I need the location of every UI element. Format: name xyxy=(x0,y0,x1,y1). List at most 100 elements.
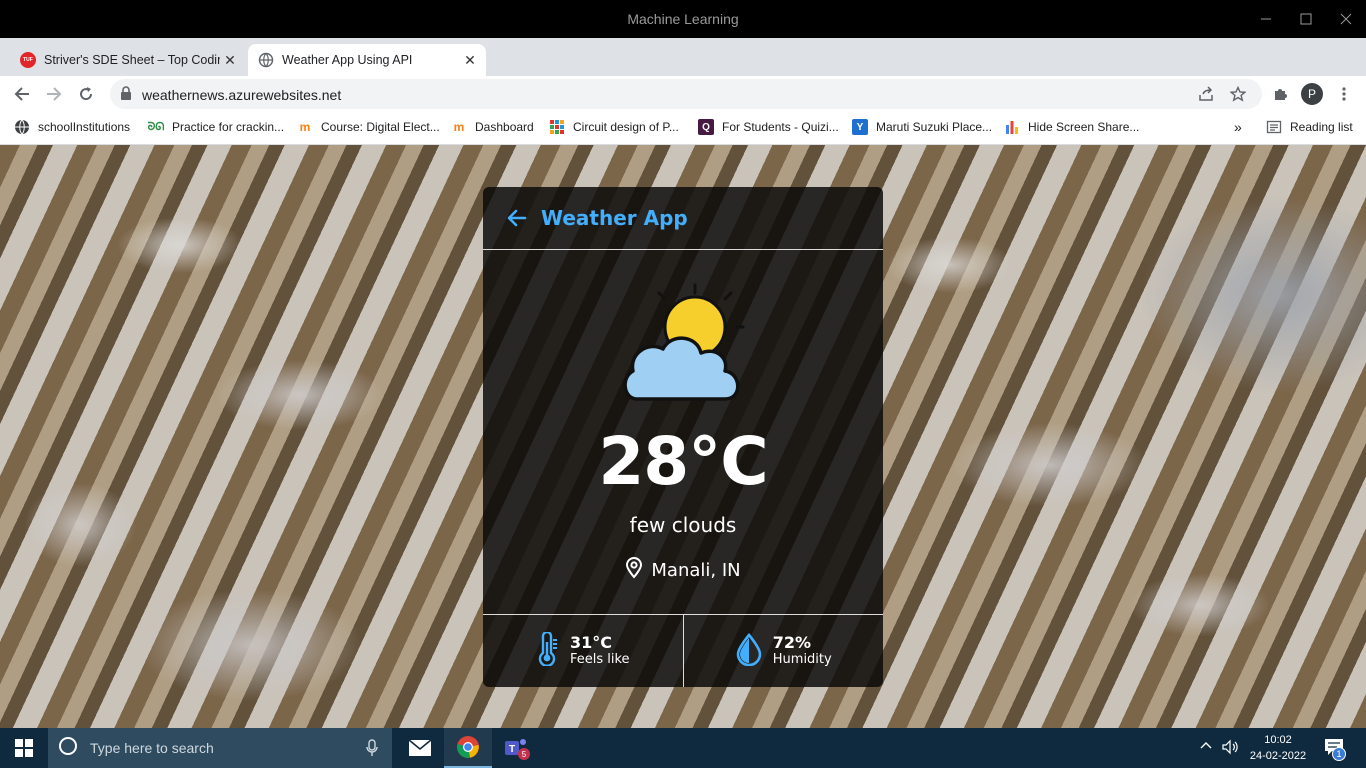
profile-initial: P xyxy=(1301,83,1323,105)
tab-strip: TUF Striver's SDE Sheet – Top Coding ✕ W… xyxy=(0,38,1366,106)
weather-card: Weather App 28°C few clouds Manali, IN 3… xyxy=(483,187,883,687)
chrome-icon xyxy=(457,736,479,758)
reload-icon xyxy=(80,87,93,101)
bookmark-hide-screen-share[interactable]: Hide Screen Share... xyxy=(1004,119,1139,135)
location-text: Manali, IN xyxy=(651,560,741,581)
humidity-stat: 72% Humidity xyxy=(682,615,884,687)
arrow-right-icon xyxy=(47,87,62,101)
cortana-icon xyxy=(58,736,78,761)
browser-toolbar: weathernews.azurewebsites.net P xyxy=(0,76,1366,112)
lock-icon[interactable] xyxy=(120,86,132,106)
teams-app[interactable]: T 5 xyxy=(492,728,540,768)
extensions-icon[interactable] xyxy=(1268,82,1292,106)
bookmarks-bar: schoolInstitutions ᘐᘏ Practice for crack… xyxy=(0,112,1366,145)
bookmark-circuit-design[interactable]: Circuit design of P... xyxy=(549,119,679,135)
clock-time: 10:02 xyxy=(1264,734,1292,746)
page-background: Weather App 28°C few clouds Manali, IN 3… xyxy=(0,145,1366,728)
moodle-icon: m xyxy=(453,120,465,134)
reading-list-icon xyxy=(1266,119,1282,135)
mail-app[interactable] xyxy=(396,728,444,768)
humidity-label: Humidity xyxy=(772,652,832,667)
svg-text:T: T xyxy=(509,744,515,755)
microphone-icon[interactable] xyxy=(366,739,378,762)
bookmark-label: Course: Digital Elect... xyxy=(321,120,440,134)
thermometer-icon xyxy=(536,630,560,670)
tab-weather-app[interactable]: Weather App Using API ✕ xyxy=(248,44,486,76)
address-bar[interactable]: weathernews.azurewebsites.net xyxy=(110,79,1262,109)
profile-avatar[interactable]: P xyxy=(1300,82,1324,106)
more-bookmarks-button[interactable]: » xyxy=(1234,119,1242,135)
bookmark-dashboard[interactable]: m Dashboard xyxy=(451,119,534,135)
feels-like-value: 31°C xyxy=(569,633,612,652)
show-hidden-icons-button[interactable] xyxy=(1200,738,1212,752)
speaker-icon xyxy=(1222,739,1238,755)
gfg-icon: ᘐᘏ xyxy=(147,120,165,133)
weather-stats: 31°C Feels like 72% Humidity xyxy=(483,614,883,687)
minimize-icon xyxy=(1261,18,1271,20)
bookmark-maruti[interactable]: Y Maruti Suzuki Place... xyxy=(852,119,992,135)
bookmark-label: Practice for crackin... xyxy=(172,120,285,134)
system-clock[interactable]: 10:02 24-02-2022 xyxy=(1246,732,1310,764)
bookmark-quizizz[interactable]: Q For Students - Quizi... xyxy=(698,119,839,135)
reading-list-button[interactable]: Reading list xyxy=(1266,119,1353,135)
minimize-button[interactable] xyxy=(1246,0,1286,38)
taskbar-search[interactable]: Type here to search xyxy=(48,728,392,768)
maximize-button[interactable] xyxy=(1286,0,1326,38)
start-button[interactable] xyxy=(0,728,48,768)
bookmark-label: Hide Screen Share... xyxy=(1028,120,1140,134)
tinkercad-icon xyxy=(549,119,565,135)
kebab-menu-icon xyxy=(1342,87,1346,101)
mail-icon xyxy=(408,739,432,756)
close-window-button[interactable] xyxy=(1326,0,1366,38)
partly-cloudy-icon xyxy=(619,281,747,411)
weather-description: few clouds xyxy=(629,513,737,537)
humidity-value: 72% xyxy=(772,633,812,652)
window-title-bar: Machine Learning xyxy=(0,0,1366,38)
share-icon[interactable] xyxy=(1198,86,1214,107)
moodle-icon: m xyxy=(299,120,311,134)
clock-date: 24-02-2022 xyxy=(1249,750,1307,762)
bookmark-label: Dashboard xyxy=(475,120,534,134)
browser-menu-button[interactable] xyxy=(1332,82,1356,106)
location-pin-icon xyxy=(625,557,643,584)
tab-strivers-sheet[interactable]: TUF Striver's SDE Sheet – Top Coding ✕ xyxy=(10,44,246,76)
window-title: Machine Learning xyxy=(627,11,739,27)
bookmark-label: Maruti Suzuki Place... xyxy=(876,120,993,134)
bar-chart-icon xyxy=(1004,119,1020,135)
bookmark-course[interactable]: m Course: Digital Elect... xyxy=(297,119,440,135)
close-icon xyxy=(1340,13,1352,25)
bookmark-label: Circuit design of P... xyxy=(573,120,679,134)
water-drop-icon xyxy=(735,632,763,670)
bookmark-schoolinstitutions[interactable]: schoolInstitutions xyxy=(14,119,130,135)
tab-close-icon[interactable]: ✕ xyxy=(460,50,480,70)
bookmark-practice[interactable]: ᘐᘏ Practice for crackin... xyxy=(148,119,284,135)
back-button[interactable] xyxy=(10,82,34,106)
reading-list-label: Reading list xyxy=(1290,120,1353,134)
card-header: Weather App xyxy=(483,187,883,250)
feels-like-stat: 31°C Feels like xyxy=(483,615,683,687)
globe-icon xyxy=(14,119,30,135)
feels-like-label: Feels like xyxy=(569,652,630,667)
windows-taskbar: Type here to search T 5 10:02 24-02-2022… xyxy=(0,728,1366,768)
temperature: 28°C xyxy=(598,423,768,500)
bookmark-label: schoolInstitutions xyxy=(38,120,131,134)
search-placeholder: Type here to search xyxy=(90,740,214,756)
globe-icon xyxy=(258,52,274,68)
bookmark-star-icon[interactable] xyxy=(1229,85,1247,107)
back-arrow-icon[interactable] xyxy=(505,206,529,230)
bookmark-label: For Students - Quizi... xyxy=(722,120,839,134)
reload-button[interactable] xyxy=(74,82,98,106)
arrow-left-icon xyxy=(14,87,29,101)
notification-count-badge: 1 xyxy=(1332,747,1346,761)
forward-button[interactable] xyxy=(42,82,66,106)
tab-label: Weather App Using API xyxy=(282,53,413,67)
quizizz-icon: Q xyxy=(698,119,714,135)
location: Manali, IN xyxy=(483,557,883,584)
tab-close-icon[interactable]: ✕ xyxy=(220,50,240,70)
maximize-icon xyxy=(1300,13,1312,25)
chevron-up-icon xyxy=(1200,742,1212,749)
volume-button[interactable] xyxy=(1222,739,1238,758)
chrome-app[interactable] xyxy=(444,728,492,768)
teams-notification-badge: 5 xyxy=(518,748,530,760)
action-center-button[interactable]: 1 xyxy=(1324,738,1346,761)
